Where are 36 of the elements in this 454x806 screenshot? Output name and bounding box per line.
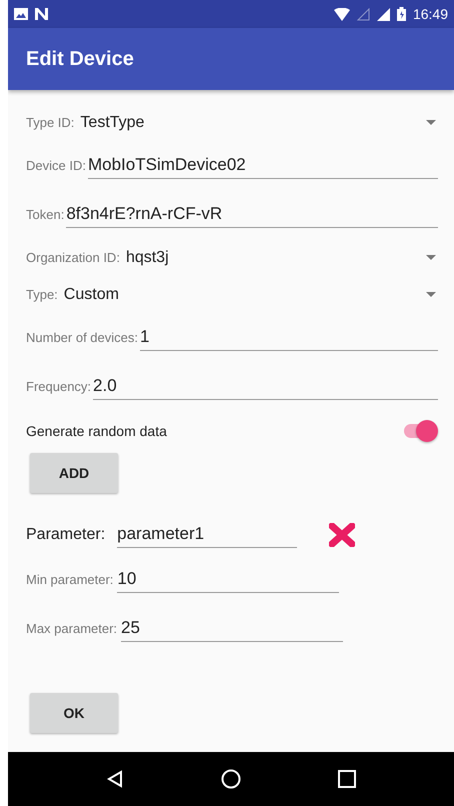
delete-icon[interactable] xyxy=(329,523,356,547)
field-label: Device ID: xyxy=(26,158,86,173)
dropdown[interactable]: Type ID: TestType xyxy=(26,104,438,141)
screen-title: Edit Device xyxy=(26,48,134,70)
input-field[interactable]: 1 xyxy=(140,324,438,350)
dropdown-arrow-icon xyxy=(426,255,436,260)
signal-icon xyxy=(356,8,370,20)
input-field[interactable]: MobIoTSimDevice02 xyxy=(88,152,438,178)
field-label: Parameter: xyxy=(26,526,106,544)
input-field[interactable]: 2.0 xyxy=(93,374,438,400)
image-icon xyxy=(14,8,28,20)
ok-button[interactable]: OK xyxy=(30,693,118,733)
field-label: Token: xyxy=(26,207,64,222)
add-button[interactable]: ADD xyxy=(30,453,118,493)
dropdown-arrow-icon xyxy=(426,292,436,297)
switch-label: Generate random data xyxy=(26,423,167,439)
input-field[interactable]: 25 xyxy=(121,616,344,642)
battery-icon xyxy=(396,7,406,21)
field-label: Max parameter: xyxy=(26,621,118,636)
toggle-switch[interactable] xyxy=(402,419,438,443)
dropdown[interactable]: Organization ID: hqst3j xyxy=(26,239,438,276)
field-label: Number of devices: xyxy=(26,330,138,345)
back-icon[interactable] xyxy=(106,770,124,788)
input-field[interactable]: 10 xyxy=(117,566,340,592)
dropdown-arrow-icon xyxy=(426,120,436,125)
recents-icon[interactable] xyxy=(338,770,356,788)
notification-icon xyxy=(35,8,48,20)
signal-icon xyxy=(376,8,390,20)
dropdown[interactable]: Type: Custom xyxy=(26,276,438,313)
input-field[interactable]: parameter1 xyxy=(117,522,298,548)
input-field[interactable]: 8f3n4rE?rnA-rCF-vR xyxy=(66,202,438,228)
status-time: 16:49 xyxy=(412,6,448,22)
field-label: Min parameter: xyxy=(26,572,114,587)
field-label: Frequency: xyxy=(26,379,92,394)
wifi-icon xyxy=(334,8,350,20)
home-icon[interactable] xyxy=(220,769,241,789)
